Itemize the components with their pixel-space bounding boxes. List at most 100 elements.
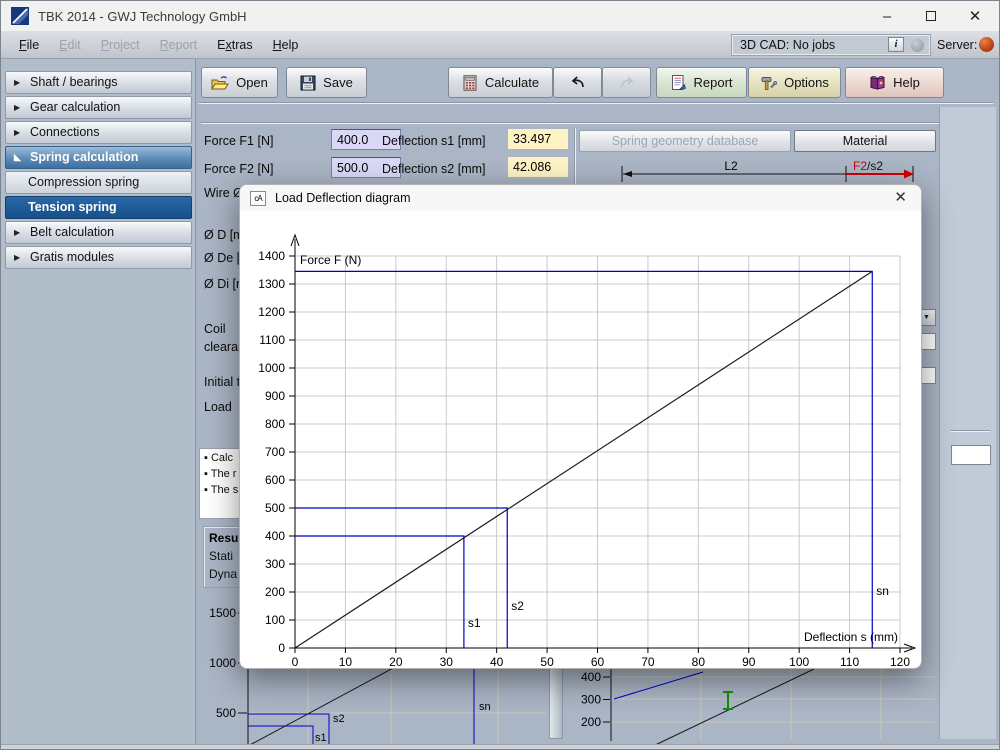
sidebar-item-tension-spring[interactable]: Tension spring [5, 196, 192, 219]
collapse-arrow-icon: ◣ [14, 152, 21, 162]
background-label: Ø Di [n [204, 277, 240, 291]
annotation-s1: s1 [468, 616, 481, 630]
x-tick-label: 90 [742, 655, 756, 669]
force-f1-label: Force F1 [N] [204, 134, 274, 148]
cad-info-button[interactable]: i [888, 37, 904, 52]
background-label: clearan [204, 340, 240, 354]
y-tick-label: 1100 [259, 333, 285, 347]
material-button[interactable]: Material [794, 130, 936, 152]
sidebar-item-gear-calculation[interactable]: ▶ Gear calculation [5, 96, 192, 119]
app-window: TBK 2014 - GWJ Technology GmbH – ✕ File E… [0, 0, 1000, 750]
menu-bar: File Edit Project Report Extras Help 3D CAD: … [1, 31, 999, 59]
menu-project: Project [100, 37, 140, 52]
y-tick-label: 100 [265, 613, 285, 627]
x-tick-label: 80 [692, 655, 706, 669]
load-deflection-chart: 0100200300400500600700800900100011001200… [258, 233, 917, 669]
bullet-icon: ▪ [204, 452, 211, 464]
sidebar-item-spring-calculation[interactable]: ◣ Spring calculation [5, 146, 192, 169]
y-tick-label: 700 [265, 445, 285, 459]
panel-input-field[interactable] [951, 445, 991, 465]
calculate-button[interactable]: Calculate [448, 67, 553, 98]
dialog-title-bar[interactable]: cA Load Deflection diagram ✕ [240, 185, 921, 211]
sidebar-item-label: Shaft / bearings [30, 75, 118, 89]
menu-extras[interactable]: Extras [207, 34, 262, 56]
spring-geometry-database-button[interactable]: Spring geometry database [579, 130, 791, 152]
background-label: Coil [204, 322, 226, 336]
menu-report: Report [159, 37, 198, 52]
sidebar-item-gratis-modules[interactable]: ▶ Gratis modules [5, 246, 192, 269]
results-row: Dyna [209, 567, 238, 581]
menu-file[interactable]: File [9, 34, 49, 56]
right-side-panel [939, 107, 996, 739]
toolbar-button-label: Options [784, 75, 829, 90]
sidebar-item-label: Tension spring [28, 200, 117, 214]
dialog-close-icon[interactable]: ✕ [894, 188, 907, 206]
cad-status-text: 3D CAD: No jobs [740, 38, 836, 52]
x-tick-label: 40 [490, 655, 504, 669]
help-button[interactable]: Help [845, 67, 944, 98]
y-tick-label: 200 [265, 585, 285, 599]
cad-status-dot [911, 39, 924, 52]
background-label: Wire Ø [204, 186, 240, 200]
y-tick-label: 900 [265, 389, 285, 403]
minimize-icon[interactable]: – [865, 1, 909, 31]
undo-button[interactable] [553, 67, 602, 98]
chart-text-label: s1 [315, 732, 327, 744]
sidebar-item-label: Connections [30, 125, 100, 139]
close-icon[interactable]: ✕ [953, 1, 997, 31]
background-label: Initial t [204, 375, 240, 389]
sidebar: ▶ Shaft / bearings ▶ Gear calculation ▶ Conne… [1, 59, 196, 749]
mini-left-ytick: 1500 [209, 606, 236, 620]
x-tick-label: 120 [890, 655, 910, 669]
panel-separator [950, 430, 990, 432]
background-label: Ø D [m [204, 228, 240, 242]
dialog-form-icon: cA [250, 190, 266, 206]
mini-left-ytick: 1000 [209, 656, 236, 670]
background-label: Load [204, 400, 232, 414]
dialog-title: Load Deflection diagram [275, 191, 411, 205]
save-button[interactable]: Save [286, 67, 367, 98]
sidebar-item-belt-calculation[interactable]: ▶ Belt calculation [5, 221, 192, 244]
report-button[interactable]: Report [656, 67, 747, 98]
results-row: Stati [209, 549, 234, 563]
server-status-dot [979, 37, 994, 52]
bullet-icon: ▪ [204, 468, 211, 480]
expand-arrow-icon: ▶ [14, 78, 21, 87]
y-tick-label: 1200 [258, 305, 285, 319]
note-item: ▪ The s [204, 484, 239, 496]
chart-text-label: s2 [333, 713, 345, 725]
mini-left-ytick: 500 [216, 706, 236, 720]
menu-help[interactable]: Help [263, 34, 309, 56]
note-item: ▪ Calc [204, 452, 233, 464]
results-title: Resu [209, 531, 239, 545]
sidebar-item-connections[interactable]: ▶ Connections [5, 121, 192, 144]
open-folder-icon [211, 75, 229, 91]
annotation-sn: sn [876, 584, 889, 598]
expand-arrow-icon: ▶ [14, 103, 21, 112]
sidebar-item-label: Belt calculation [30, 225, 115, 239]
sidebar-item-compression-spring[interactable]: Compression spring [5, 171, 192, 194]
redo-button[interactable] [602, 67, 651, 98]
sidebar-item-label: Gear calculation [30, 100, 121, 114]
x-tick-label: 10 [339, 655, 353, 669]
y-tick-label: 0 [278, 641, 285, 655]
sidebar-item-label: Spring calculation [30, 150, 139, 164]
maximize-icon[interactable] [909, 1, 953, 31]
results-panel: Resu Stati Dyna [203, 526, 240, 588]
force-f2-label: Force F2 [N] [204, 162, 274, 176]
open-button[interactable]: Open [201, 67, 278, 98]
mini-right-ytick: 200 [581, 715, 601, 729]
sidebar-item-shaft-bearings[interactable]: ▶ Shaft / bearings [5, 71, 192, 94]
x-tick-label: 0 [292, 655, 299, 669]
calculator-icon [462, 74, 478, 91]
load-deflection-dialog: cA Load Deflection diagram ✕ 0 100 200 300 4… [239, 184, 922, 669]
x-tick-label: 70 [641, 655, 655, 669]
note-item: ▪ The r [204, 468, 237, 480]
options-button[interactable]: Options [748, 67, 841, 98]
y-tick-label: 300 [265, 557, 285, 571]
expand-arrow-icon: ▶ [14, 253, 21, 262]
sidebar-item-label: Gratis modules [30, 250, 115, 264]
sidebar-item-label: Compression spring [28, 175, 140, 189]
expand-arrow-icon: ▶ [14, 228, 21, 237]
dim-f2-label: F2/s2 [853, 159, 883, 173]
